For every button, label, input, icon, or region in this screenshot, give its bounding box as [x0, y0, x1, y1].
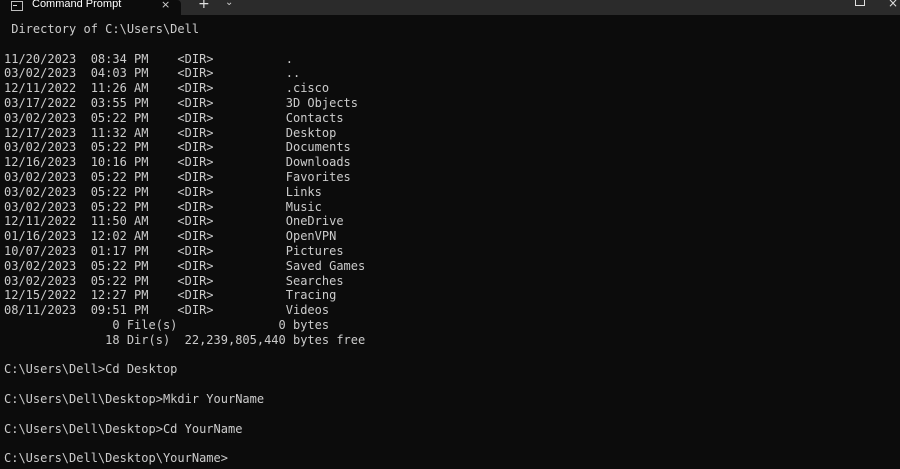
- console-line: C:\Users\Dell\Desktop>Mkdir YourName: [4, 391, 265, 406]
- chevron-down-icon[interactable]: ⌄: [225, 0, 233, 8]
- console-line: 12/17/2023 11:32 AM <DIR> Desktop: [4, 125, 337, 140]
- console-line: Directory of C:\Users\Dell: [4, 22, 200, 36]
- tab-close-button[interactable]: ×: [161, 0, 170, 11]
- new-tab-button[interactable]: +: [198, 0, 210, 12]
- title-bar: Command Prompt × + ⌄ ×: [0, 0, 900, 15]
- console-line: 12/15/2022 12:27 PM <DIR> Tracing: [4, 288, 337, 303]
- console-line: C:\Users\Dell>Cd Desktop: [4, 362, 178, 377]
- console-line: 03/02/2023 05:22 PM <DIR> Links: [4, 184, 322, 199]
- console-line: 01/16/2023 12:02 AM <DIR> OpenVPN: [4, 229, 337, 244]
- console-line: C:\Users\Dell\Desktop\YourName>: [4, 451, 228, 466]
- maximize-button[interactable]: [855, 0, 865, 6]
- window-close-button[interactable]: ×: [888, 0, 898, 10]
- console-output[interactable]: Directory of C:\Users\Dell 11/20/2023 08:…: [4, 22, 365, 466]
- console-line: 12/16/2023 10:16 PM <DIR> Downloads: [4, 155, 351, 170]
- console-line: 03/17/2022 03:55 PM <DIR> 3D Objects: [4, 95, 359, 110]
- console-line: 12/11/2022 11:26 AM <DIR> .cisco: [4, 81, 330, 96]
- console-line: 11/20/2023 08:34 PM <DIR> .: [4, 51, 293, 66]
- console-line: 12/11/2022 11:50 AM <DIR> OneDrive: [4, 214, 344, 229]
- console-line: 03/02/2023 05:22 PM <DIR> Music: [4, 199, 322, 214]
- tab-title: Command Prompt: [32, 0, 122, 10]
- console-line: 03/02/2023 05:22 PM <DIR> Contacts: [4, 110, 344, 125]
- console-line: 10/07/2023 01:17 PM <DIR> Pictures: [4, 243, 344, 258]
- tab-command-prompt[interactable]: Command Prompt ×: [0, 0, 181, 15]
- console-line: 0 File(s) 0 bytes: [4, 317, 330, 332]
- console-line: 18 Dir(s) 22,239,805,440 bytes free: [4, 332, 366, 347]
- console-line: 03/02/2023 05:22 PM <DIR> Documents: [4, 140, 351, 155]
- console-line: 03/02/2023 05:22 PM <DIR> Searches: [4, 273, 344, 288]
- terminal-icon: [11, 1, 23, 11]
- console-line: 08/11/2023 09:51 PM <DIR> Videos: [4, 303, 330, 318]
- console-line: 03/02/2023 05:22 PM <DIR> Favorites: [4, 169, 351, 184]
- console-line: 03/02/2023 05:22 PM <DIR> Saved Games: [4, 258, 366, 273]
- console-line: C:\Users\Dell\Desktop>Cd YourName: [4, 421, 243, 436]
- console-line: 03/02/2023 04:03 PM <DIR> ..: [4, 66, 301, 81]
